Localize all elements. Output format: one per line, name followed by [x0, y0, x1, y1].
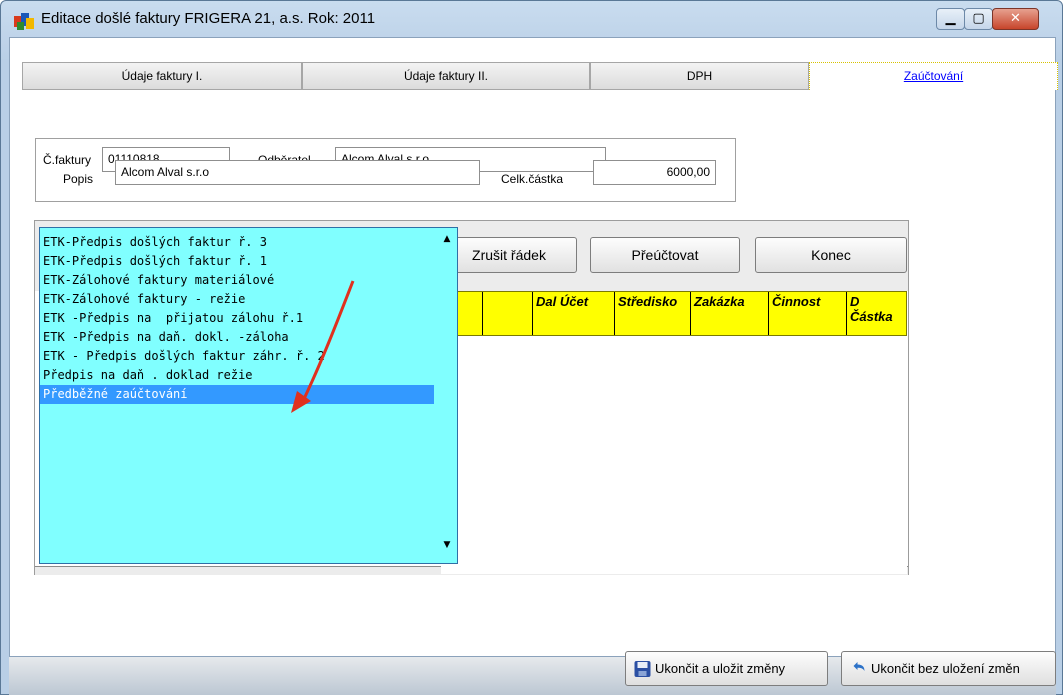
dropdown-scrollbar[interactable]: ▲ ▼	[437, 228, 457, 563]
save-icon	[634, 661, 651, 677]
close-icon: ✕	[1010, 11, 1021, 26]
reaccount-button[interactable]: Přeúčtovat	[590, 237, 740, 273]
scroll-down-icon[interactable]: ▼	[437, 540, 457, 550]
undo-icon	[853, 662, 865, 671]
close-without-saving-label: Ukončit bez uložení změn	[871, 661, 1020, 676]
grid-column-d-castka[interactable]: D Částka	[847, 292, 906, 335]
tab-invoice-data-1[interactable]: Údaje faktury I.	[22, 62, 302, 90]
dropdown-item[interactable]: ETK -Předpis na přijatou zálohu ř.1	[40, 309, 434, 328]
grid-column-stredisko[interactable]: Středisko	[615, 292, 691, 335]
save-and-close-button[interactable]: Ukončit a uložit změny	[625, 651, 828, 686]
total-amount-field[interactable]: 6000,00	[593, 160, 716, 185]
accounting-grid[interactable]: Dal Účet Středisko Zakázka Činnost D Čás…	[441, 291, 907, 574]
total-amount-label: Celk.částka	[501, 172, 564, 186]
close-without-saving-button[interactable]: Ukončit bez uložení změn	[841, 651, 1056, 686]
scroll-up-icon[interactable]: ▲	[437, 234, 457, 244]
title-bar: Editace došlé faktury FRIGERA 21, a.s. R…	[1, 1, 1062, 37]
grid-header: Dal Účet Středisko Zakázka Činnost D Čás…	[441, 291, 907, 336]
description-field[interactable]: Alcom Alval s.r.o	[115, 160, 480, 185]
maximize-button[interactable]: ▢	[964, 8, 993, 30]
grid-column-zakazka[interactable]: Zakázka	[691, 292, 769, 335]
grid-column-2[interactable]	[483, 292, 533, 335]
dropdown-item[interactable]: ETK-Předpis došlých faktur ř. 1	[40, 252, 434, 271]
grid-column-cinnost[interactable]: Činnost	[769, 292, 847, 335]
save-and-close-label: Ukončit a uložit změny	[655, 661, 786, 676]
dropdown-item[interactable]: ETK-Zálohové faktury materiálové	[40, 271, 434, 290]
delete-row-button[interactable]: Zrušit řádek	[441, 237, 577, 273]
window-title: Editace došlé faktury FRIGERA 21, a.s. R…	[41, 10, 376, 27]
dropdown-list: ETK-Předpis došlých faktur ř. 3 ETK-Před…	[40, 228, 434, 404]
dropdown-item-selected[interactable]: Předběžné zaúčtování	[40, 385, 434, 404]
grid-column-dal-ucet[interactable]: Dal Účet	[533, 292, 615, 335]
tab-invoice-data-2[interactable]: Údaje faktury II.	[302, 62, 590, 90]
minimize-button[interactable]: ▁	[936, 8, 965, 30]
end-button[interactable]: Konec	[755, 237, 907, 273]
tab-strip: Údaje faktury I. Údaje faktury II. DPH Z…	[11, 62, 1059, 92]
close-button[interactable]: ✕	[992, 8, 1039, 30]
dropdown-item[interactable]: ETK-Zálohové faktury - režie	[40, 290, 434, 309]
tab-accounting[interactable]: Zaúčtování	[809, 62, 1058, 90]
accounting-template-dropdown[interactable]: ETK-Předpis došlých faktur ř. 3 ETK-Před…	[39, 227, 458, 564]
red-arrow-icon	[291, 280, 355, 413]
invoice-number-label: Č.faktury	[43, 153, 92, 167]
dropdown-item[interactable]: ETK-Předpis došlých faktur ř. 3	[40, 233, 434, 252]
dropdown-item[interactable]: ETK -Předpis na daň. dokl. -záloha	[40, 328, 434, 347]
maximize-icon: ▢	[972, 11, 985, 26]
minimize-icon: ▁	[945, 11, 956, 26]
app-icon	[14, 13, 34, 30]
dropdown-item[interactable]: Předpis na daň . doklad režie	[40, 366, 434, 385]
tab-vat[interactable]: DPH	[590, 62, 809, 90]
dropdown-item[interactable]: ETK - Předpis došlých faktur záhr. ř. 2	[40, 347, 434, 366]
description-label: Popis	[63, 172, 94, 186]
application-window: Editace došlé faktury FRIGERA 21, a.s. R…	[0, 0, 1063, 695]
